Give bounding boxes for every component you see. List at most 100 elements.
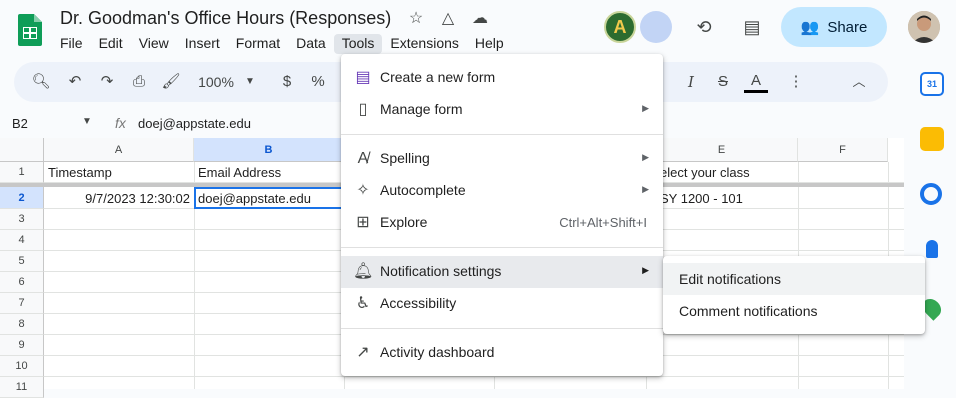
menu-item-create-form[interactable]: ▤ Create a new form xyxy=(341,62,663,94)
collapse-toolbar-icon[interactable]: ︿ xyxy=(848,71,870,93)
more-vert-icon[interactable]: ⋮ xyxy=(786,71,806,93)
paint-format-icon[interactable]: 🖌︎ xyxy=(160,71,182,93)
search-menus-icon[interactable]: 🔍︎ xyxy=(30,71,52,93)
menu-edit[interactable]: Edit xyxy=(91,34,131,54)
version-history-icon[interactable]: ⟲ xyxy=(692,15,716,39)
contacts-icon[interactable] xyxy=(926,240,938,258)
row-header-2[interactable]: 2 xyxy=(0,187,44,209)
zoom-select[interactable]: 100% xyxy=(194,71,238,93)
format-percent-button[interactable]: % xyxy=(308,71,328,93)
menu-view[interactable]: View xyxy=(131,34,177,54)
cell-a1[interactable]: Timestamp xyxy=(48,165,112,180)
submenu-arrow-icon: ▶ xyxy=(642,184,649,194)
magic-wand-icon: ✧ xyxy=(356,182,370,199)
keep-icon[interactable] xyxy=(920,127,944,151)
calendar-icon[interactable]: 31 xyxy=(920,72,944,96)
row-header-11[interactable]: 11 xyxy=(0,377,44,398)
row-header-8[interactable]: 8 xyxy=(0,314,44,335)
menu-item-spelling[interactable]: A̸ Spelling ▶ xyxy=(341,143,663,175)
chevron-down-icon[interactable]: ▼ xyxy=(242,71,258,93)
menu-separator xyxy=(341,134,663,135)
menu-extensions[interactable]: Extensions xyxy=(382,34,466,54)
submenu-item-comment-notifications[interactable]: Comment notifications xyxy=(663,295,925,327)
italic-icon[interactable]: I xyxy=(680,71,702,93)
name-box[interactable]: B2 xyxy=(12,116,28,131)
formula-input[interactable]: doej@appstate.edu xyxy=(138,116,251,131)
column-header-b[interactable]: B xyxy=(194,138,344,162)
menu-item-notification-settings[interactable]: 🔔︎ Notification settings ▶ xyxy=(341,256,663,288)
row-header-6[interactable]: 6 xyxy=(0,272,44,293)
submenu-item-edit-notifications[interactable]: Edit notifications xyxy=(663,263,925,295)
sheets-logo-icon[interactable] xyxy=(18,14,42,46)
menu-format[interactable]: Format xyxy=(228,34,288,54)
menu-separator xyxy=(341,328,663,329)
document-title[interactable]: Dr. Goodman's Office Hours (Responses) xyxy=(60,8,391,29)
menu-item-label: Spelling xyxy=(380,150,430,166)
column-header-f[interactable]: F xyxy=(798,138,888,162)
submenu-arrow-icon: ▶ xyxy=(642,103,649,113)
menu-item-label: Manage form xyxy=(380,101,463,117)
name-box-caret-icon[interactable]: ▼ xyxy=(82,116,92,127)
user-avatar[interactable] xyxy=(908,11,940,43)
meet-call-icon[interactable] xyxy=(640,11,672,43)
menu-item-label: Accessibility xyxy=(380,295,457,311)
row-header-10[interactable]: 10 xyxy=(0,356,44,377)
explore-icon: ⊞ xyxy=(356,214,370,231)
menu-item-accessibility[interactable]: ♿︎ Accessibility xyxy=(341,288,663,320)
print-icon[interactable]: ⎙ xyxy=(128,71,150,93)
submenu-arrow-icon: ▶ xyxy=(642,152,649,162)
menu-item-manage-form[interactable]: ▯ Manage form ▶ xyxy=(341,94,663,126)
tools-menu: ▤ Create a new form ▯ Manage form ▶ A̸ S… xyxy=(341,54,663,376)
menu-item-autocomplete[interactable]: ✧ Autocomplete ▶ xyxy=(341,175,663,207)
undo-icon[interactable]: ↶ xyxy=(64,71,86,93)
strikethrough-icon[interactable]: S xyxy=(712,71,734,93)
menu-item-explore[interactable]: ⊞ Explore Ctrl+Alt+Shift+I xyxy=(341,207,663,239)
cell-a2[interactable]: 9/7/2023 12:30:02 xyxy=(48,191,190,206)
menu-item-label: Autocomplete xyxy=(380,182,466,198)
row-header-1[interactable]: 1 xyxy=(0,162,44,183)
menu-item-shortcut: Ctrl+Alt+Shift+I xyxy=(559,215,647,230)
row-header-9[interactable]: 9 xyxy=(0,335,44,356)
column-header-a[interactable]: A xyxy=(44,138,194,162)
row-header-7[interactable]: 7 xyxy=(0,293,44,314)
people-icon: 👥 xyxy=(800,19,820,36)
selected-cell-outline xyxy=(194,187,344,209)
cell-e1[interactable]: elect your class xyxy=(660,165,750,180)
user-photo-icon xyxy=(908,11,940,43)
text-color-icon[interactable]: A xyxy=(744,71,768,93)
share-button[interactable]: 👥 Share xyxy=(781,7,887,47)
row-header-3[interactable]: 3 xyxy=(0,209,44,230)
menu-bar: File Edit View Insert Format Data Tools … xyxy=(52,34,512,54)
row-header-4[interactable]: 4 xyxy=(0,230,44,251)
cell-b1[interactable]: Email Address xyxy=(198,165,281,180)
menu-item-label: Explore xyxy=(380,214,428,230)
menu-file[interactable]: File xyxy=(52,34,91,54)
form-doc-icon: ▯ xyxy=(358,101,368,118)
share-label: Share xyxy=(827,18,868,36)
move-to-drive-icon[interactable]: △ xyxy=(438,9,458,29)
submenu-item-label: Edit notifications xyxy=(679,271,781,287)
appstate-avatar[interactable]: A xyxy=(604,11,636,43)
tasks-icon[interactable] xyxy=(920,183,942,205)
menu-data[interactable]: Data xyxy=(288,34,334,54)
cloud-saved-icon[interactable]: ☁ xyxy=(470,9,490,29)
redo-icon[interactable]: ↷ xyxy=(96,71,118,93)
notification-submenu: Edit notifications Comment notifications xyxy=(663,256,925,334)
comments-icon[interactable]: ▤ xyxy=(740,15,764,39)
select-all-corner[interactable] xyxy=(0,138,44,162)
trending-icon: ↗ xyxy=(356,344,370,361)
submenu-arrow-icon: ▶ xyxy=(642,265,649,275)
cell-e2[interactable]: SY 1200 - 101 xyxy=(660,191,743,206)
menu-item-activity-dashboard[interactable]: ↗ Activity dashboard xyxy=(341,337,663,369)
menu-insert[interactable]: Insert xyxy=(177,34,228,54)
menu-tools[interactable]: Tools xyxy=(333,34,383,54)
submenu-item-label: Comment notifications xyxy=(679,303,818,319)
star-icon[interactable]: ☆ xyxy=(406,9,426,29)
column-header-e[interactable]: E xyxy=(646,138,798,162)
menu-help[interactable]: Help xyxy=(467,34,512,54)
side-panel xyxy=(904,54,956,389)
format-currency-button[interactable]: $ xyxy=(278,71,296,93)
row-header-5[interactable]: 5 xyxy=(0,251,44,272)
fx-icon: fx xyxy=(115,115,126,131)
forms-icon: ▤ xyxy=(355,69,371,86)
